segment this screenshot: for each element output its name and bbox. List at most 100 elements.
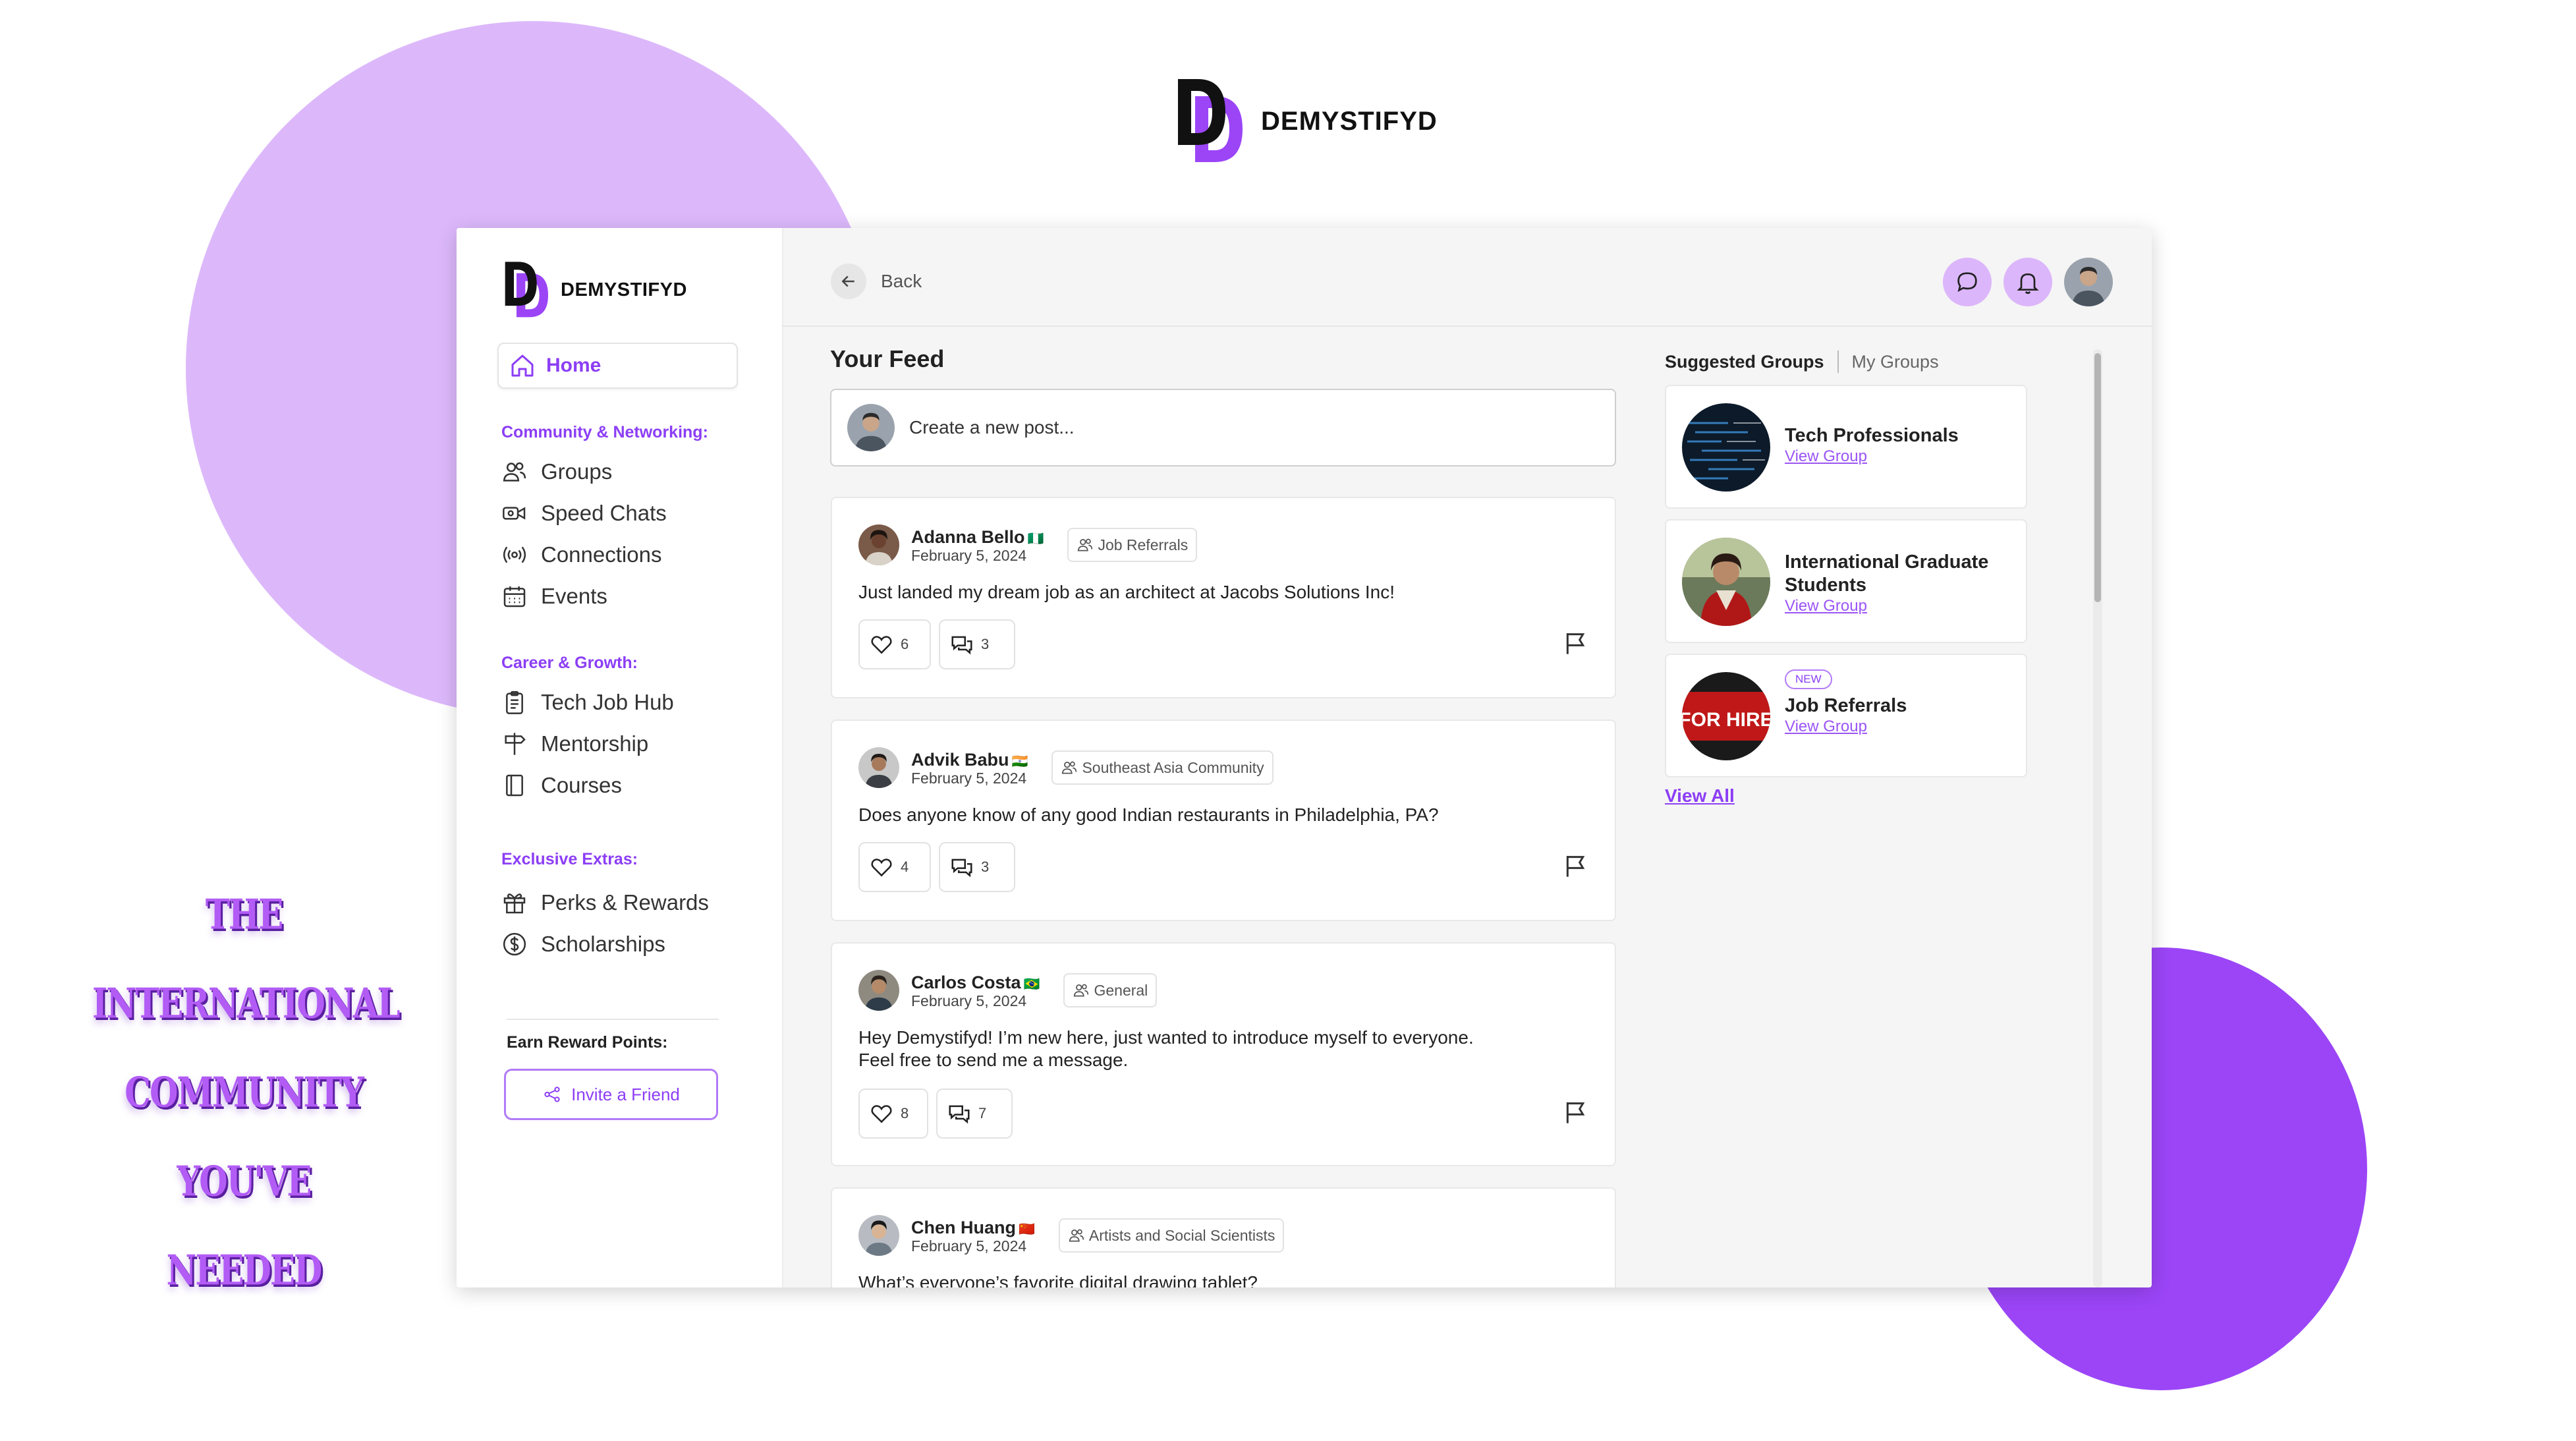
messages-button[interactable] (1943, 258, 1992, 306)
author-name[interactable]: Chen Huang (911, 1218, 1016, 1237)
avatar[interactable] (858, 747, 899, 788)
group-tag[interactable]: Job Referrals (1067, 528, 1198, 562)
sidebar-item-events[interactable]: Events (501, 583, 607, 609)
avatar[interactable] (858, 970, 899, 1011)
sidebar-item-groups[interactable]: Groups (501, 459, 612, 485)
group-tag-label: Southeast Asia Community (1082, 758, 1264, 776)
share-icon (544, 1087, 560, 1102)
section-label-extras: Exclusive Extras: (501, 850, 638, 868)
heart-icon (871, 859, 892, 877)
group-info: NEW Job Referrals View Group (1785, 669, 1907, 736)
create-post-input[interactable]: Create a new post... (830, 389, 1616, 466)
sidebar-item-mentorship[interactable]: Mentorship (501, 731, 648, 757)
signpost-icon (505, 733, 526, 755)
back-button[interactable]: Back (831, 264, 922, 299)
user-avatar[interactable] (2064, 258, 2113, 306)
app-window: DEMYSTIFYD Home Community & Networking: … (457, 228, 2152, 1287)
country-flag: 🇧🇷 (1023, 976, 1040, 992)
header-divider (782, 325, 2152, 327)
brand-name: DEMYSTIFYD (1261, 106, 1438, 136)
author-name[interactable]: Carlos Costa (911, 973, 1021, 992)
author-name[interactable]: Advik Babu (911, 750, 1009, 770)
brand-header: DEMYSTIFYD (1177, 78, 1438, 165)
invite-friend-button[interactable]: Invite a Friend (504, 1069, 718, 1120)
sidebar-item-courses[interactable]: Courses (501, 772, 622, 799)
tab-suggested-groups[interactable]: Suggested Groups (1665, 352, 1824, 372)
view-group-link[interactable]: View Group (1785, 447, 1959, 466)
sidebar-item-perks-rewards[interactable]: Perks & Rewards (501, 890, 709, 916)
group-tag[interactable]: General (1063, 973, 1158, 1007)
comments-icon (951, 636, 972, 655)
view-group-link[interactable]: View Group (1785, 597, 1988, 615)
group-image: FOR HIRE (1682, 672, 1770, 760)
like-button[interactable]: 6 (858, 619, 931, 669)
post-author: Advik Babu 🇮🇳 February 5, 2024 (911, 750, 1028, 786)
back-label: Back (881, 271, 922, 291)
tab-my-groups[interactable]: My Groups (1852, 352, 1939, 372)
group-card[interactable]: FOR HIRE NEW Job Referrals View Group (1665, 654, 2027, 777)
post-text: Hey Demystifyd! I’m new here, just wante… (858, 1027, 1474, 1071)
group-image (1682, 403, 1770, 492)
sidebar-item-tech-job-hub[interactable]: Tech Job Hub (501, 689, 674, 716)
feed-title: Your Feed (830, 345, 945, 372)
report-flag-icon[interactable] (1562, 853, 1588, 879)
group-tag[interactable]: Artists and Social Scientists (1058, 1218, 1285, 1253)
post-text: Does anyone know of any good Indian rest… (858, 805, 1439, 825)
invite-friend-label: Invite a Friend (571, 1084, 680, 1104)
report-flag-icon[interactable] (1562, 630, 1588, 656)
sidebar-item-home[interactable]: Home (497, 343, 738, 389)
post-text: Just landed my dream job as an architect… (858, 582, 1395, 602)
like-button[interactable]: 4 (858, 842, 931, 892)
view-group-link[interactable]: View Group (1785, 718, 1907, 736)
group-name: Tech Professionals (1785, 425, 1959, 446)
comment-count: 7 (978, 1105, 987, 1121)
like-count: 4 (901, 859, 909, 875)
slogan-line: NEEDED (166, 1245, 323, 1295)
users-icon (503, 462, 526, 482)
sidebar-brand[interactable]: DEMYSTIFYD (504, 261, 687, 319)
sidebar: DEMYSTIFYD Home Community & Networking: … (457, 228, 783, 1287)
video-icon (503, 507, 526, 520)
group-name-line2: Students (1785, 575, 1867, 596)
like-button[interactable]: 8 (858, 1088, 928, 1139)
scrollbar-thumb[interactable] (2094, 353, 2101, 602)
comment-button[interactable]: 3 (939, 842, 1015, 892)
post-header: Chen Huang 🇨🇳 February 5, 2024 Artists an… (858, 1215, 1285, 1256)
users-icon (1078, 538, 1093, 551)
sidebar-item-speed-chats[interactable]: Speed Chats (501, 500, 667, 526)
group-tag-label: General (1094, 981, 1148, 999)
comment-button[interactable]: 3 (939, 619, 1015, 669)
view-all-link[interactable]: View All (1665, 785, 1735, 806)
sidebar-item-label: Connections (541, 542, 662, 567)
avatar[interactable] (858, 1215, 899, 1256)
group-info: International Graduate Students View Gro… (1785, 551, 1988, 615)
sidebar-brand-name: DEMYSTIFYD (561, 279, 687, 300)
post-header: Carlos Costa 🇧🇷 February 5, 2024 General (858, 970, 1158, 1011)
for-hire-sign-text: FOR HIRE (1682, 709, 1770, 731)
report-flag-icon[interactable] (1562, 1099, 1588, 1125)
logo-icon (1178, 79, 1243, 162)
post-date: February 5, 2024 (911, 769, 1027, 787)
author-name[interactable]: Adanna Bello (911, 527, 1025, 547)
sidebar-item-label: Speed Chats (541, 501, 667, 525)
heart-icon (871, 636, 892, 654)
group-card[interactable]: Tech Professionals View Group (1665, 385, 2027, 509)
home-icon (511, 354, 534, 377)
notifications-button[interactable] (2003, 258, 2052, 306)
sidebar-item-scholarships[interactable]: Scholarships (501, 931, 665, 957)
sidebar-item-connections[interactable]: Connections (501, 542, 661, 568)
calendar-icon (503, 586, 526, 607)
post-author: Chen Huang 🇨🇳 February 5, 2024 (911, 1218, 1035, 1254)
sidebar-item-label: Home (546, 354, 602, 376)
feed-post: Chen Huang 🇨🇳 February 5, 2024 Artists an… (831, 1187, 1616, 1287)
comment-button[interactable]: 7 (936, 1088, 1013, 1139)
group-tag[interactable]: Southeast Asia Community (1051, 750, 1274, 785)
comments-icon (949, 1105, 970, 1124)
tab-divider (1837, 351, 1839, 373)
group-name: Job Referrals (1785, 695, 1907, 716)
group-name: International Graduate (1785, 551, 1989, 573)
users-icon (1074, 984, 1089, 997)
avatar[interactable] (858, 524, 899, 565)
comment-count: 3 (981, 636, 990, 652)
group-card[interactable]: International Graduate Students View Gro… (1665, 519, 2027, 643)
